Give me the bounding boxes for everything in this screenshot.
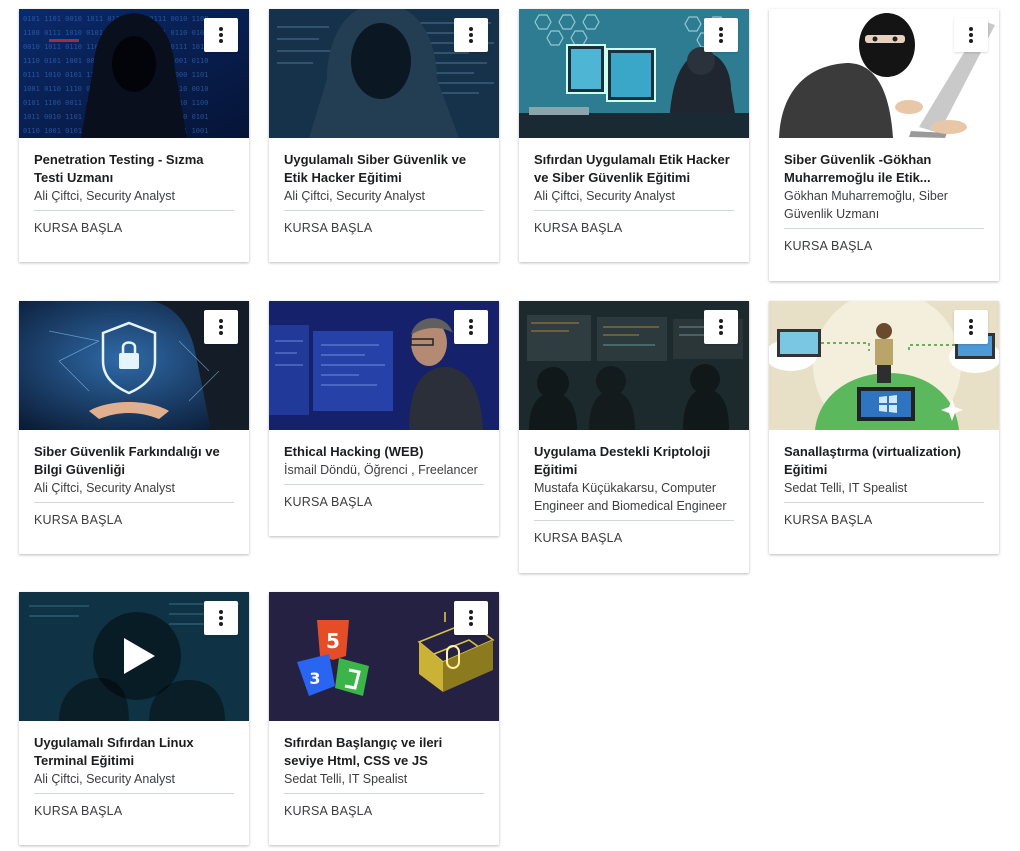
svg-text:3: 3 — [309, 669, 320, 688]
video-play-icon[interactable] — [19, 592, 249, 721]
more-options-button[interactable] — [204, 18, 238, 52]
course-title[interactable]: Uygulamalı Siber Güvenlik ve Etik Hacker… — [284, 151, 484, 187]
course-instructor: Sedat Telli, IT Spealist — [784, 481, 908, 495]
hooded-hacker-code-icon[interactable] — [269, 9, 499, 138]
course-instructor: Ali Çiftci, Security Analyst — [534, 189, 676, 203]
course-title[interactable]: Uygulama Destekli Kriptoloji Eğitimi — [534, 443, 734, 479]
course-title[interactable]: Sanallaştırma (virtualization) Eğitimi — [784, 443, 984, 479]
course-card[interactable]: Sıfırdan Uygulamalı Etik Hacker ve Siber… — [519, 9, 749, 262]
start-course-link[interactable]: KURSA BAŞLA — [34, 803, 122, 819]
control-room-icon[interactable] — [519, 301, 749, 430]
more-vertical-icon — [969, 27, 973, 43]
start-course-link[interactable]: KURSA BAŞLA — [34, 220, 122, 236]
course-card[interactable]: 0101 1101 0010 1011 0110 1001 0111 0010 … — [19, 9, 249, 262]
divider — [34, 793, 234, 794]
course-title[interactable]: Ethical Hacking (WEB) — [284, 443, 484, 461]
more-options-button[interactable] — [704, 18, 738, 52]
shield-lock-hand-icon[interactable] — [19, 301, 249, 430]
course-instructor: Sedat Telli, IT Spealist — [284, 772, 408, 786]
course-title[interactable]: Siber Güvenlik Farkındalığı ve Bilgi Güv… — [34, 443, 234, 479]
man-at-screens-icon[interactable] — [269, 301, 499, 430]
more-options-button[interactable] — [454, 18, 488, 52]
course-instructor: Ali Çiftci, Security Analyst — [34, 189, 176, 203]
more-vertical-icon — [719, 319, 723, 335]
start-course-link[interactable]: KURSA BAŞLA — [284, 220, 372, 236]
course-title[interactable]: Uygulamalı Sıfırdan Linux Terminal Eğiti… — [34, 734, 234, 770]
more-options-button[interactable] — [454, 310, 488, 344]
course-title[interactable]: Siber Güvenlik -Gökhan Muharremoğlu ile … — [784, 151, 984, 187]
start-course-link[interactable]: KURSA BAŞLA — [34, 512, 122, 528]
course-instructor: Ali Çiftci, Security Analyst — [284, 189, 426, 203]
more-vertical-icon — [969, 319, 973, 335]
more-vertical-icon — [719, 27, 723, 43]
divider — [284, 484, 484, 485]
masked-man-laptop-icon[interactable] — [769, 9, 999, 138]
more-vertical-icon — [469, 610, 473, 626]
more-options-button[interactable] — [204, 310, 238, 344]
course-card[interactable]: Uygulamalı Siber Güvenlik ve Etik Hacker… — [269, 9, 499, 262]
divider — [784, 228, 984, 229]
start-course-link[interactable]: KURSA BAŞLA — [784, 238, 872, 254]
course-card[interactable]: Ethical Hacking (WEB) İsmail Döndü, Öğre… — [269, 301, 499, 536]
divider — [784, 502, 984, 503]
course-card[interactable]: Siber Güvenlik Farkındalığı ve Bilgi Güv… — [19, 301, 249, 554]
start-course-link[interactable]: KURSA BAŞLA — [534, 530, 622, 546]
more-options-button[interactable] — [704, 310, 738, 344]
course-instructor: Mustafa Küçükakarsu, Computer Engineer a… — [534, 481, 727, 513]
course-card[interactable]: Uygulama Destekli Kriptoloji Eğitimi Mus… — [519, 301, 749, 573]
hooded-hacker-binary-icon[interactable]: 0101 1101 0010 1011 0110 1001 0111 0010 … — [19, 9, 249, 138]
course-card[interactable]: Uygulamalı Sıfırdan Linux Terminal Eğiti… — [19, 592, 249, 845]
more-vertical-icon — [219, 319, 223, 335]
start-course-link[interactable]: KURSA BAŞLA — [284, 803, 372, 819]
course-card[interactable]: Siber Güvenlik -Gökhan Muharremoğlu ile … — [769, 9, 999, 281]
more-vertical-icon — [219, 610, 223, 626]
virtualization-cloud-icon[interactable] — [769, 301, 999, 430]
course-instructor: İsmail Döndü, Öğrenci , Freelancer — [284, 463, 478, 477]
more-vertical-icon — [219, 27, 223, 43]
course-instructor: Ali Çiftci, Security Analyst — [34, 481, 176, 495]
start-course-link[interactable]: KURSA BAŞLA — [284, 494, 372, 510]
start-course-link[interactable]: KURSA BAŞLA — [784, 512, 872, 528]
hacker-monitors-icon[interactable] — [519, 9, 749, 138]
divider — [34, 502, 234, 503]
course-title[interactable]: Sıfırdan Başlangıç ve ileri seviye Html,… — [284, 734, 484, 770]
divider — [534, 520, 734, 521]
course-title[interactable]: Penetration Testing - Sızma Testi Uzmanı — [34, 151, 234, 187]
course-instructor: Gökhan Muharremoğlu, Siber Güvenlik Uzma… — [784, 189, 948, 221]
course-title[interactable]: Sıfırdan Uygulamalı Etik Hacker ve Siber… — [534, 151, 734, 187]
divider — [284, 793, 484, 794]
start-course-link[interactable]: KURSA BAŞLA — [534, 220, 622, 236]
course-card[interactable]: Sanallaştırma (virtualization) Eğitimi S… — [769, 301, 999, 554]
divider — [534, 210, 734, 211]
more-options-button[interactable] — [954, 18, 988, 52]
more-options-button[interactable] — [204, 601, 238, 635]
more-options-button[interactable] — [454, 601, 488, 635]
more-options-button[interactable] — [954, 310, 988, 344]
html-css-js-logos-icon[interactable]: 5 3 — [269, 592, 499, 721]
more-vertical-icon — [469, 319, 473, 335]
svg-text:5: 5 — [326, 629, 340, 653]
course-grid: 0101 1101 0010 1011 0110 1001 0111 0010 … — [0, 0, 1020, 851]
course-card[interactable]: 5 3 Sıfırdan Başlangıç ve ileri seviye H… — [269, 592, 499, 845]
divider — [284, 210, 484, 211]
more-vertical-icon — [469, 27, 473, 43]
course-instructor: Ali Çiftci, Security Analyst — [34, 772, 176, 786]
divider — [34, 210, 234, 211]
